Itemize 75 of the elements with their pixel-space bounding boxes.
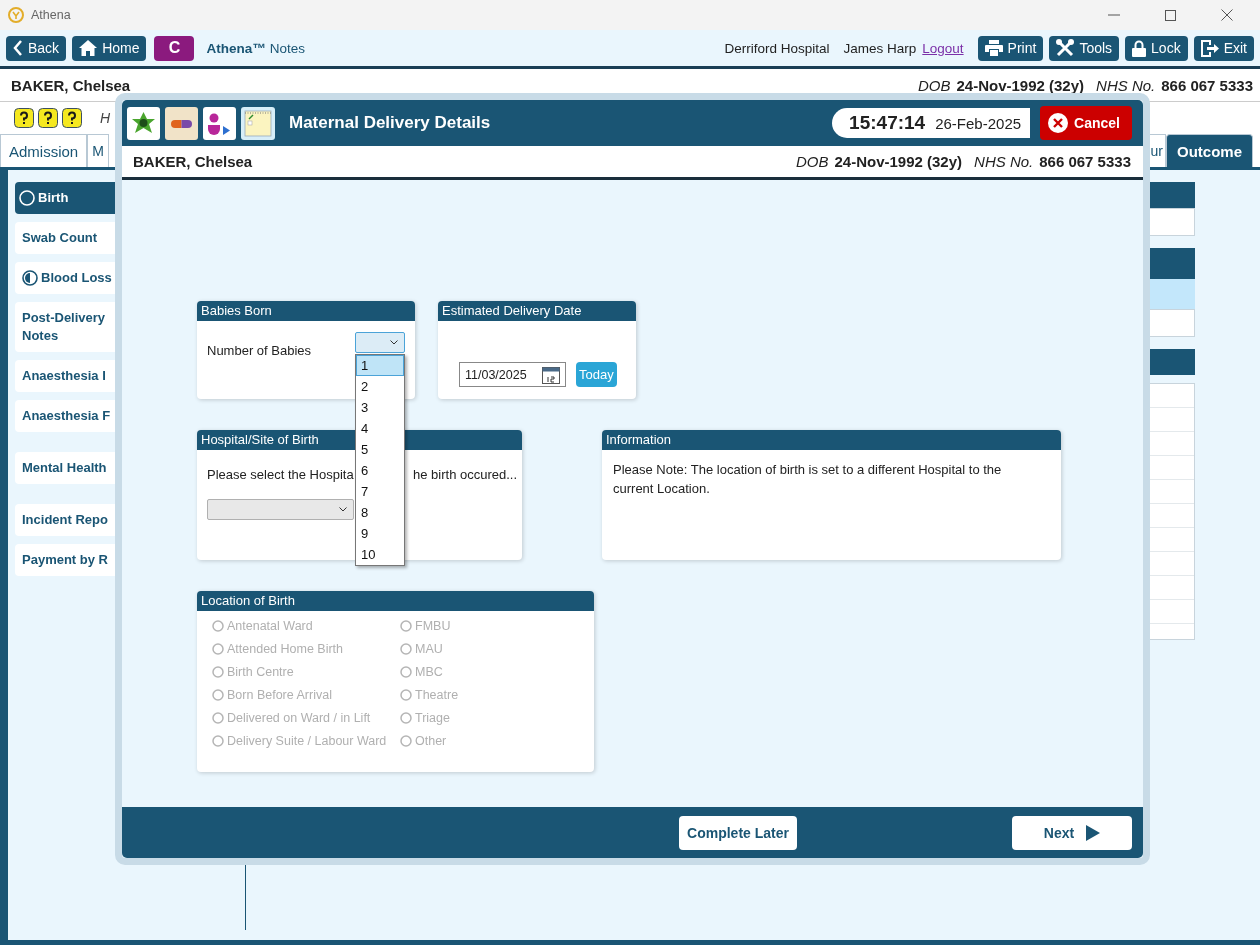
clock-time: 15:47:14 (849, 112, 926, 134)
app-section: Notes (269, 40, 306, 56)
help-icon[interactable] (38, 108, 58, 128)
dob-value: 24-Nov-1992 (32y) (834, 153, 963, 170)
dob-label: DOB (795, 153, 829, 170)
calendar-icon[interactable] (542, 365, 560, 384)
dropdown-option[interactable]: 7 (356, 481, 404, 502)
help-icon[interactable] (62, 108, 82, 128)
notepad-icon[interactable] (241, 106, 275, 140)
toolbar-button[interactable]: Back (6, 35, 67, 61)
user-name: James Harp (843, 40, 917, 56)
dropdown-option[interactable]: 6 (356, 460, 404, 481)
maximize-icon[interactable] (1165, 9, 1176, 21)
app-name: Athena™ (206, 40, 266, 56)
lock-icon (1132, 39, 1147, 57)
patient-name: BAKER, Chelsea (133, 153, 253, 170)
tab[interactable]: M (87, 134, 109, 167)
information-text: Please Note: The location of birth is set to a different Hospital to the current Location. (612, 461, 1003, 498)
exit-door-icon (1200, 39, 1219, 57)
home-icon (79, 40, 98, 56)
close-icon[interactable] (1221, 9, 1233, 21)
app-logo-icon (8, 7, 24, 23)
help-text: H (100, 110, 111, 126)
dropdown-option[interactable]: 4 (356, 418, 404, 439)
panel-title: Babies Born (197, 301, 415, 321)
pill-icon[interactable] (165, 106, 198, 140)
toolbar-button[interactable]: Print (977, 35, 1044, 61)
number-select[interactable] (355, 332, 405, 353)
app-badge: C (154, 35, 195, 61)
toolbar-button[interactable]: Lock (1125, 35, 1188, 61)
toolbar-button[interactable]: Tools (1049, 35, 1120, 61)
cancel-button[interactable]: Cancel (1040, 106, 1132, 140)
tab[interactable]: Admission (0, 134, 88, 167)
dialog-title: Maternal Delivery Details (289, 113, 491, 133)
printer-icon (984, 40, 1003, 56)
dropdown-option[interactable]: 2 (356, 376, 404, 397)
dropdown-option[interactable]: 10 (356, 544, 404, 565)
dob-label: DOB (917, 76, 951, 94)
field-label: Number of Babies (207, 343, 312, 358)
nhs-label: NHS No. (974, 153, 1034, 170)
logout-link[interactable]: Logout (922, 40, 964, 56)
hospital-name: Derriford Hospital (724, 40, 830, 56)
complete-later-button[interactable]: Complete Later (679, 815, 797, 850)
hospital-select[interactable] (207, 499, 354, 520)
toolbar-button[interactable]: Home (72, 35, 147, 61)
help-icon[interactable] (14, 108, 34, 128)
date-field[interactable]: 11/03/2025 (459, 362, 566, 387)
chevron-left-icon (13, 40, 23, 56)
nhs-number: 866 067 5333 (1161, 76, 1253, 94)
dropdown-option[interactable]: 1 (356, 355, 404, 376)
tab[interactable]: Outcome (1166, 134, 1253, 167)
play-icon (1086, 824, 1101, 841)
patient-name: BAKER, Chelsea (11, 76, 131, 94)
next-button[interactable]: Next (1012, 815, 1132, 850)
close-circle-icon (1048, 113, 1069, 133)
flower-icon[interactable] (127, 106, 160, 140)
toolbar-button[interactable]: Exit (1193, 35, 1254, 61)
dob-value: 24-Nov-1992 (32y) (956, 76, 1085, 94)
tools-icon (1056, 39, 1075, 57)
dropdown-option[interactable]: 3 (356, 397, 404, 418)
prompt-text: he birth occured... (413, 467, 518, 482)
panel-title: Estimated Delivery Date (438, 301, 636, 321)
empty-circle-icon (19, 190, 35, 206)
panel-title: Information (602, 430, 1061, 450)
nhs-label: NHS No. (1096, 76, 1156, 94)
nhs-number: 866 067 5333 (1039, 153, 1131, 170)
clock-date: 26-Feb-2025 (935, 114, 1022, 132)
panel-title: Location of Birth (197, 591, 594, 611)
caret-icon (390, 340, 398, 345)
dropdown-option[interactable]: 5 (356, 439, 404, 460)
dropdown-option[interactable]: 9 (356, 523, 404, 544)
window-title: Athena (31, 8, 71, 22)
dropdown-option[interactable]: 8 (356, 502, 404, 523)
half-circle-icon (22, 270, 38, 286)
caret-icon (339, 507, 347, 512)
